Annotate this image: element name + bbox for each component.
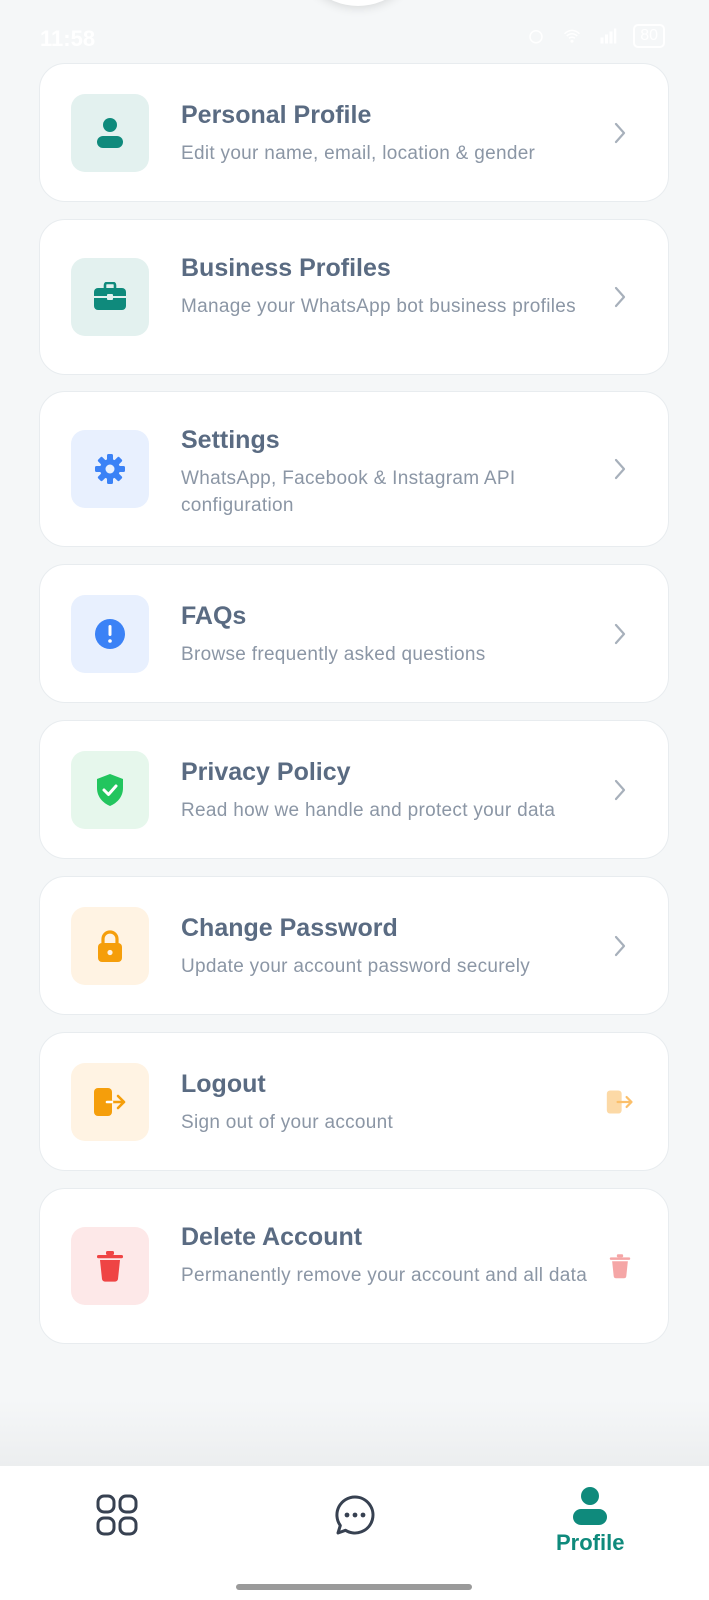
menu-item-subtitle: WhatsApp, Facebook & Instagram API confi…: [181, 468, 516, 516]
menu-item-subtitle: Sign out of your account: [181, 1112, 394, 1133]
menu-item-subtitle: Read how we handle and protect your data: [181, 800, 556, 821]
menu-item-personal-profile[interactable]: Personal Profile Edit your name, email, …: [39, 63, 669, 202]
menu-item-title: Settings: [181, 426, 280, 454]
menu-item-subtitle: Edit your name, email, location & gender: [181, 143, 536, 164]
menu-item-change-password[interactable]: Change Password Update your account pass…: [39, 876, 669, 1015]
icon-container: [71, 595, 149, 673]
icon-container: [71, 1227, 149, 1305]
person-icon: [573, 1487, 608, 1525]
trash-icon: [97, 1251, 123, 1282]
home-indicator[interactable]: [236, 1584, 472, 1590]
battery-indicator: 80: [633, 24, 665, 48]
wifi-icon: [564, 29, 581, 43]
gear-icon: [95, 454, 125, 484]
grid-icon: [96, 1494, 138, 1536]
menu-item-title: FAQs: [181, 602, 247, 630]
nav-profile-label: Profile: [556, 1530, 625, 1555]
chevron-right-icon: [606, 620, 634, 648]
menu-item-title: Personal Profile: [181, 101, 372, 129]
status-time: 11:58: [40, 26, 96, 51]
menu-item-business-profiles[interactable]: Business Profiles Manage your WhatsApp b…: [39, 219, 669, 375]
info-icon: [95, 619, 125, 649]
menu-item-title: Delete Account: [181, 1223, 363, 1251]
status-icons: 80: [525, 24, 665, 48]
chevron-right-icon: [606, 455, 634, 483]
chevron-right-icon: [606, 119, 634, 147]
bottom-fade: [0, 1400, 709, 1466]
nav-profile[interactable]: Profile: [556, 1486, 624, 1556]
nav-dashboard[interactable]: [96, 1494, 138, 1536]
alarm-icon: [529, 30, 543, 44]
trash-small-icon: [606, 1252, 634, 1280]
icon-container: [71, 1063, 149, 1141]
menu-item-title: Logout: [181, 1070, 266, 1098]
logout-small-icon: [606, 1088, 634, 1116]
icon-container: [71, 94, 149, 172]
menu-item-title: Business Profiles: [181, 254, 391, 282]
logout-icon: [94, 1088, 126, 1116]
nav-chat[interactable]: [334, 1494, 376, 1536]
chevron-right-icon: [606, 776, 634, 804]
icon-container: [71, 907, 149, 985]
person-icon: [97, 118, 123, 148]
bottom-nav: Profile: [0, 1466, 709, 1600]
menu-item-settings[interactable]: Settings WhatsApp, Facebook & Instagram …: [39, 391, 669, 547]
menu-item-subtitle: Permanently remove your account and all …: [181, 1265, 588, 1286]
camera-notch: [296, 0, 420, 6]
menu-item-title: Privacy Policy: [181, 758, 351, 786]
chat-icon: [335, 1495, 375, 1535]
menu-item-title: Change Password: [181, 914, 398, 942]
icon-container: [71, 258, 149, 336]
signal-icon: [600, 28, 617, 44]
chevron-right-icon: [606, 932, 634, 960]
lock-icon: [98, 930, 122, 962]
briefcase-icon: [94, 282, 126, 310]
menu-item-privacy-policy[interactable]: Privacy Policy Read how we handle and pr…: [39, 720, 669, 859]
menu-item-subtitle: Update your account password securely: [181, 956, 531, 977]
chevron-right-icon: [606, 283, 634, 311]
menu-item-logout[interactable]: Logout Sign out of your account: [39, 1032, 669, 1171]
menu-item-subtitle: Browse frequently asked questions: [181, 644, 486, 665]
shield-check-icon: [97, 774, 123, 806]
status-bar: 11:58 80: [0, 0, 709, 56]
menu-item-subtitle: Manage your WhatsApp bot business profil…: [181, 296, 576, 317]
menu-item-delete-account[interactable]: Delete Account Permanently remove your a…: [39, 1188, 669, 1344]
menu-item-faqs[interactable]: FAQs Browse frequently asked questions: [39, 564, 669, 703]
icon-container: [71, 751, 149, 829]
icon-container: [71, 430, 149, 508]
